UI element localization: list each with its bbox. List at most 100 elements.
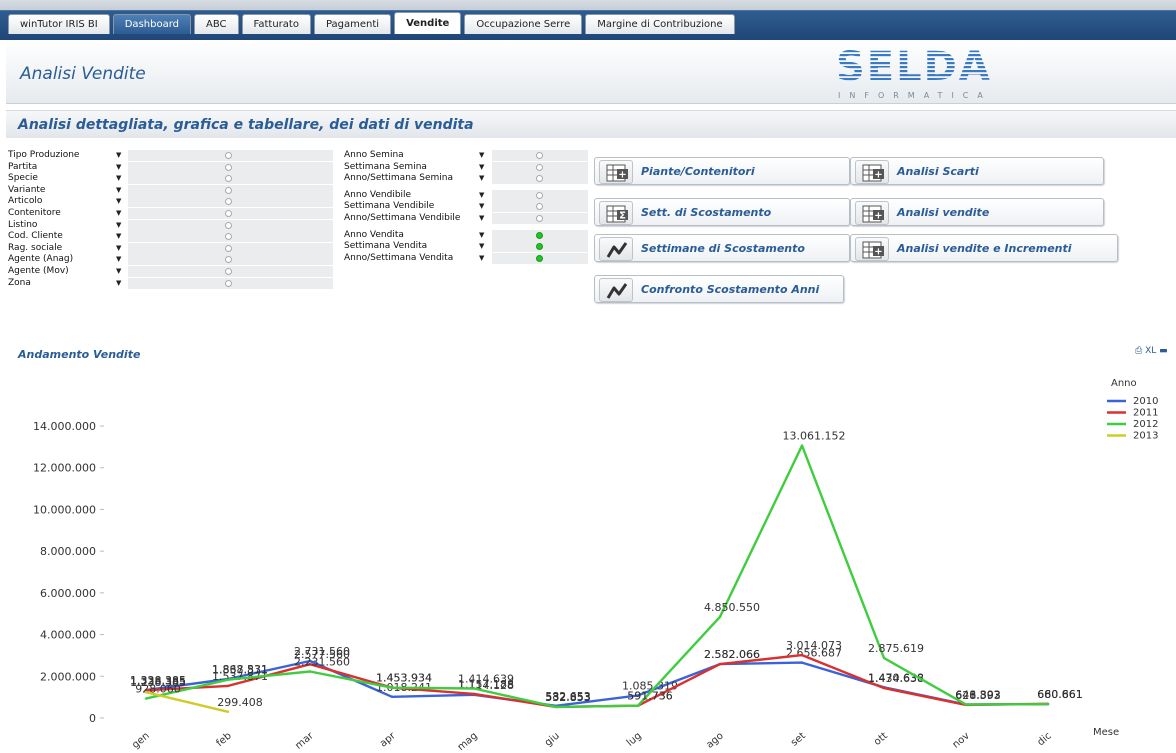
- filter-row[interactable]: Settimana Semina ▼: [344, 161, 594, 173]
- report-button-label: Analisi vendite e Incrementi: [897, 242, 1072, 255]
- data-point: [636, 704, 640, 707]
- data-label: 1.414.639: [458, 672, 514, 685]
- report-button-piante-contenitori[interactable]: + Piante/Contenitori: [594, 157, 850, 185]
- subtitle-bar: Analisi dettagliata, grafica e tabellare…: [6, 110, 1176, 138]
- report-button-settimane-di-scostamento[interactable]: Settimane di Scostamento: [594, 234, 850, 262]
- tab-strip: winTutor IRIS BI Dashboard ABC Fatturato Pag…: [8, 12, 738, 34]
- data-label: 1.453.934: [376, 672, 432, 685]
- tab-occupazione-serre[interactable]: Occupazione Serre: [464, 14, 583, 34]
- y-tick-label: 6.000.000: [40, 587, 96, 600]
- status-dot-icon: [225, 268, 232, 275]
- data-point: [226, 710, 230, 713]
- svg-text:SELDA: SELDA: [836, 46, 992, 90]
- filter-label: Anno/Settimana Vendita: [344, 252, 454, 263]
- y-tick-label: 4.000.000: [40, 629, 96, 642]
- y-tick-label: 12.000.000: [33, 462, 96, 475]
- tab-pagamenti[interactable]: Pagamenti: [313, 14, 392, 34]
- dropdown-arrow-icon[interactable]: ▼: [116, 162, 121, 173]
- svg-text:INFORMATICA: INFORMATICA: [838, 91, 992, 100]
- filter-label: Settimana Vendita: [344, 241, 428, 252]
- filter-row[interactable]: Anno Vendibile ▼: [344, 189, 594, 201]
- filter-label: Anno Vendita: [344, 229, 404, 240]
- filter-label: Cod. Cliente: [8, 231, 63, 242]
- status-dot-icon: [225, 221, 232, 229]
- dropdown-arrow-icon[interactable]: ▼: [479, 173, 484, 184]
- table-plus-icon: +: [855, 201, 889, 225]
- minimize-icon[interactable]: ▬: [1159, 346, 1168, 356]
- filter-label: Contenitore: [8, 208, 61, 218]
- excel-export-button[interactable]: XL: [1145, 346, 1156, 356]
- x-tick-label: apr: [378, 730, 398, 750]
- filter-row[interactable]: Anno/Settimana Semina ▼: [344, 173, 594, 185]
- data-label: 641.802: [955, 689, 1001, 702]
- data-point: [882, 656, 886, 660]
- dropdown-arrow-icon[interactable]: ▼: [116, 231, 121, 242]
- dropdown-arrow-icon[interactable]: ▼: [116, 150, 121, 161]
- filter-row[interactable]: Anno/Settimana Vendibile ▼: [344, 213, 594, 224]
- dropdown-arrow-icon[interactable]: ▼: [479, 162, 484, 173]
- filter-label: Articolo: [8, 196, 43, 207]
- report-button-analisi-vendite-e-incrementi[interactable]: + Analisi vendite e Incrementi: [850, 234, 1118, 262]
- x-axis-label: Mese: [1093, 727, 1119, 738]
- report-button-label: Analisi vendite: [897, 206, 990, 219]
- x-tick-label: nov: [951, 730, 972, 750]
- dropdown-arrow-icon[interactable]: ▼: [116, 173, 121, 184]
- filter-label: Anno/Settimana Vendibile: [344, 213, 461, 223]
- filter-label: Rag. sociale: [8, 242, 63, 253]
- tab-wintutor-iris-bi[interactable]: winTutor IRIS BI: [8, 14, 110, 34]
- report-button-label: Confronto Scostamento Anni: [641, 283, 820, 296]
- svg-text:+: +: [618, 170, 626, 181]
- dropdown-arrow-icon[interactable]: ▼: [116, 196, 121, 207]
- dropdown-arrow-icon[interactable]: ▼: [116, 254, 121, 265]
- dropdown-arrow-icon[interactable]: ▼: [479, 241, 484, 252]
- dropdown-arrow-icon[interactable]: ▼: [116, 185, 121, 196]
- dropdown-arrow-icon[interactable]: ▼: [116, 278, 121, 289]
- filter-label: Anno/Settimana Semina: [344, 173, 454, 184]
- dropdown-arrow-icon[interactable]: ▼: [479, 230, 484, 241]
- report-button-sett-di-scostamento[interactable]: Σ Sett. di Scostamento: [594, 198, 850, 226]
- filter-row[interactable]: Anno/Settimana Vendita ▼: [344, 252, 594, 264]
- report-button-analisi-vendite[interactable]: + Analisi vendite: [850, 198, 1104, 226]
- print-icon[interactable]: ⎙: [1135, 346, 1142, 356]
- tab-abc[interactable]: ABC: [194, 14, 239, 34]
- data-label: 1.238.385: [130, 676, 186, 689]
- data-point: [472, 692, 476, 696]
- line-chart-icon: [599, 278, 633, 302]
- x-tick-label: ott: [872, 730, 890, 747]
- status-dot-icon: [225, 152, 232, 159]
- filter-label: Listino: [8, 219, 38, 230]
- dropdown-arrow-icon[interactable]: ▼: [479, 190, 484, 201]
- selda-logo: SELDA INFORMATICA: [836, 46, 992, 100]
- sales-line-chart: 0 2.000.000 4.000.000 6.000.000 8.000.000 10.…: [33, 378, 1158, 753]
- dropdown-arrow-icon[interactable]: ▼: [479, 150, 484, 161]
- filter-row[interactable]: Settimana Vendibile ▼: [344, 201, 594, 213]
- table-plus-icon: +: [855, 160, 889, 184]
- filter-row[interactable]: Settimana Vendita ▼: [344, 241, 594, 253]
- tab-dashboard[interactable]: Dashboard: [112, 14, 191, 34]
- x-tick-label: dic: [1036, 730, 1054, 748]
- dropdown-arrow-icon[interactable]: ▼: [479, 201, 484, 212]
- dropdown-arrow-icon[interactable]: ▼: [116, 208, 121, 219]
- dropdown-arrow-icon[interactable]: ▼: [479, 213, 484, 224]
- data-point: [1046, 703, 1050, 706]
- filter-panel-mid: Anno Semina ▼ Settimana Semina ▼ Anno/Settim…: [344, 150, 604, 280]
- data-point: [226, 678, 230, 681]
- tab-margine-di-contribuzione[interactable]: Margine di Contribuzione: [585, 14, 735, 34]
- svg-text:Σ: Σ: [619, 211, 626, 222]
- tab-fatturato[interactable]: Fatturato: [241, 14, 311, 34]
- data-point: [882, 686, 886, 690]
- filter-row[interactable]: Anno Vendita ▼: [344, 229, 594, 241]
- filter-row[interactable]: Anno Semina ▼: [344, 150, 594, 161]
- data-point: [718, 615, 722, 619]
- report-button-analisi-scarti[interactable]: + Analisi Scarti: [850, 157, 1104, 185]
- tab-vendite[interactable]: Vendite: [394, 12, 462, 34]
- dropdown-arrow-icon[interactable]: ▼: [116, 220, 121, 231]
- chart-tools: ⎙ XL ▬: [1135, 346, 1168, 356]
- filter-label: Partita: [8, 161, 38, 172]
- x-tick-label: mar: [293, 730, 316, 752]
- dropdown-arrow-icon[interactable]: ▼: [116, 266, 121, 277]
- report-button-confronto-scostamento-anni[interactable]: Confronto Scostamento Anni: [594, 275, 844, 303]
- dropdown-arrow-icon[interactable]: ▼: [479, 253, 484, 264]
- dropdown-arrow-icon[interactable]: ▼: [116, 243, 121, 254]
- data-label: 1.434.638: [868, 672, 924, 685]
